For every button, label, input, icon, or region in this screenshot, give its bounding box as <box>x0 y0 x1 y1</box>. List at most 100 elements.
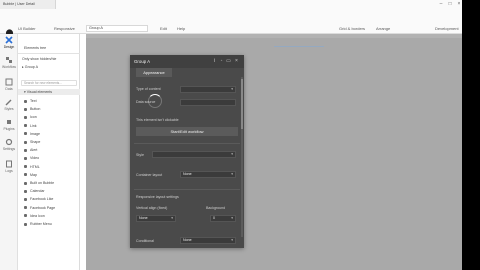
element-list-item[interactable]: Facebook Page <box>18 204 80 212</box>
logs-icon <box>6 160 12 168</box>
element-list-item[interactable]: Facebook Like <box>18 195 80 203</box>
grid-borders-menu[interactable]: Grid & borders <box>339 25 365 32</box>
background-opacity-value: 0 <box>213 216 215 220</box>
element-list-item[interactable]: Text <box>18 97 80 105</box>
close-icon[interactable]: × <box>234 59 239 64</box>
arrange-menu[interactable]: Arrange <box>376 25 390 32</box>
element-type-icon <box>24 156 27 160</box>
chevron-down-icon: ▾ <box>231 172 233 176</box>
element-selector-value: Group A <box>89 26 103 30</box>
start-edit-workflow-button[interactable]: Start/Edit workflow <box>136 127 238 136</box>
element-list-item[interactable]: Video <box>18 154 80 162</box>
element-list-label: Facebook Page <box>30 205 56 210</box>
editor-title: Group A <box>134 59 151 64</box>
element-list-item[interactable]: Shape <box>18 138 80 146</box>
chevron-down-icon: ▾ <box>171 216 173 220</box>
bubble-logo-icon[interactable] <box>5 24 14 37</box>
element-list-label: Text <box>30 99 37 103</box>
element-type-icon <box>24 140 27 144</box>
maximize-button[interactable]: □ <box>446 1 454 8</box>
element-list-label: Alert <box>30 148 38 153</box>
responsive-section-label: Responsive layout settings <box>136 195 179 199</box>
visual-elements-section[interactable]: ▾ Visual elements <box>18 89 80 95</box>
rail-logs[interactable]: Logs <box>0 160 18 173</box>
element-list-item[interactable]: Alert <box>18 146 80 154</box>
ui-builder-mode[interactable]: UI Builder <box>18 25 36 32</box>
conditional-label: Conditional <box>136 239 154 243</box>
style-label: Style <box>136 153 144 157</box>
element-list-item[interactable]: Button <box>18 105 80 113</box>
element-type-icon <box>24 206 27 210</box>
rail-data-label: Data <box>5 87 13 91</box>
element-type-icon <box>24 107 27 111</box>
conditional-select[interactable]: None ▾ <box>180 237 236 244</box>
help-menu[interactable]: Help <box>177 25 185 32</box>
type-of-content-label: Type of content <box>136 87 161 91</box>
rail-data[interactable]: Data <box>0 78 18 91</box>
rail-design[interactable]: Design <box>0 36 18 49</box>
lock-icon[interactable]: ◦ <box>219 59 224 64</box>
tab-appearance[interactable]: Appearance <box>136 68 172 77</box>
element-list-item[interactable]: HTML <box>18 163 80 171</box>
element-list-item[interactable]: Icon <box>18 113 80 121</box>
element-list-item[interactable]: Link <box>18 122 80 130</box>
edit-menu[interactable]: Edit <box>160 25 167 32</box>
element-list-item[interactable]: Calendar <box>18 187 80 195</box>
editor-scroll-thumb[interactable] <box>241 79 243 129</box>
background-style-value: None <box>139 216 148 220</box>
rail-styles[interactable]: Styles <box>0 98 18 111</box>
property-editor[interactable]: Group A i ◦ ▭ × Appearance Type of conte… <box>130 55 244 248</box>
left-navigation-rail: Design Workflow Data Styles Plugins Sett… <box>0 34 18 270</box>
background-style-select[interactable]: None ▾ <box>136 215 176 222</box>
element-type-icon <box>24 165 27 169</box>
data-source-field[interactable] <box>180 99 236 106</box>
rail-plugins[interactable]: Plugins <box>0 118 18 131</box>
element-list-item[interactable]: Map <box>18 171 80 179</box>
element-list-label: Video <box>30 156 40 161</box>
type-of-content-select[interactable]: ▾ <box>180 86 236 93</box>
element-list-label: Link <box>30 123 37 128</box>
gear-icon <box>5 138 13 146</box>
background-opacity-field[interactable]: 0 ▾ <box>210 215 236 222</box>
element-list-label: Idea Icon <box>30 213 45 218</box>
background-label: Background <box>206 206 226 210</box>
element-type-icon <box>24 181 27 185</box>
environment-selector[interactable]: Development <box>435 25 459 32</box>
canvas-page-edge <box>86 34 480 38</box>
container-layout-value: None <box>183 172 192 176</box>
rail-settings[interactable]: Settings <box>0 138 18 151</box>
minimize-button[interactable]: – <box>437 1 445 8</box>
clickable-status-label: This element isn't clickable <box>136 118 179 122</box>
element-list-label: Calendar <box>30 189 45 194</box>
tree-root-item[interactable]: ▸ Group A <box>22 64 38 70</box>
element-type-icon <box>24 124 27 128</box>
browser-tab-title: Bubble | User Detail <box>3 2 35 6</box>
element-type-icon <box>24 197 27 201</box>
responsive-mode[interactable]: Responsive <box>54 25 75 32</box>
container-layout-label: Container layout <box>136 173 163 177</box>
element-type-icon <box>24 173 27 177</box>
container-layout-select[interactable]: None ▾ <box>180 171 236 178</box>
info-icon[interactable]: i <box>212 59 217 64</box>
element-list-item[interactable]: Image <box>18 130 80 138</box>
element-list-label: Facebook Like <box>30 197 54 202</box>
comment-icon[interactable]: ▭ <box>226 59 231 64</box>
elements-tree-header[interactable]: Elements tree <box>18 44 80 54</box>
style-select[interactable]: ▾ <box>152 151 236 158</box>
element-type-icon <box>24 132 27 136</box>
chevron-down-icon: ▾ <box>231 216 233 220</box>
element-selector[interactable]: Group A <box>86 25 148 32</box>
element-list-label: HTML <box>30 164 40 169</box>
element-list-item[interactable]: Idea Icon <box>18 212 80 220</box>
browser-tab[interactable]: Bubble | User Detail <box>0 0 56 9</box>
element-type-icon <box>24 115 27 119</box>
divider <box>134 189 240 190</box>
editor-title-bar[interactable]: Group A i ◦ ▭ × <box>130 55 244 68</box>
element-search-input[interactable]: Search for new elements... <box>21 80 77 86</box>
top-bar: Bubble | User Detail – □ × UI Builder Re… <box>0 0 480 37</box>
rail-workflow[interactable]: Workflow <box>0 56 18 69</box>
element-list-item[interactable]: Rubber Menu <box>18 220 80 228</box>
chevron-down-icon: ▾ <box>231 87 233 91</box>
only-hidden-toggle[interactable]: Only show hidden/hie <box>22 56 56 62</box>
element-list-item[interactable]: Built on Bubble <box>18 179 80 187</box>
